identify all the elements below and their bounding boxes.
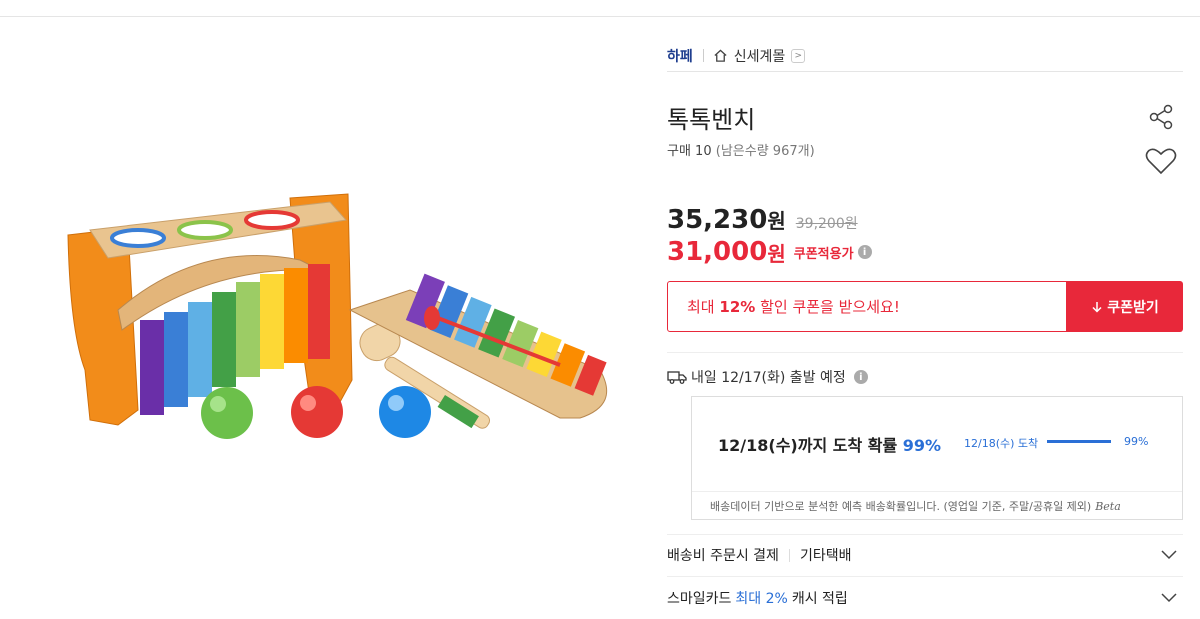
card-prefix: 스마일카드 [667,591,732,607]
carrier-text: 기타택배 [799,548,852,564]
heart-icon[interactable] [1145,146,1177,176]
breadcrumb-divider [702,49,704,62]
coupon-prefix: 최대 [687,298,715,316]
card-suffix: 캐시 적립 [791,591,848,607]
sale-price-row: 35,230 원 39,200원 [667,205,858,235]
original-price: 39,200원 [795,216,858,232]
sale-price: 35,230 [667,205,768,235]
coupon-price-row: 31,000 원 쿠폰적용가 i [667,237,872,267]
delivery-footnote: 배송데이터 기반으로 분석한 예측 배송확률입니다. (영업일 기준, 주말/공… [692,491,1182,520]
arrival-probability-bar [1047,440,1111,443]
share-icon[interactable] [1146,102,1176,132]
smile-card-row[interactable]: 스마일카드 최대 2% 캐시 적립 [667,577,1183,619]
divider [667,352,1183,353]
product-image [60,180,620,470]
card-highlight: 최대 2% [735,591,788,607]
coupon-applied-label: 쿠폰적용가 [793,246,854,262]
get-coupon-button[interactable]: 쿠폰받기 [1067,281,1183,332]
arrival-bar-percent: 99% [1124,435,1149,448]
top-divider [0,16,1200,17]
product-title: 톡톡벤치 [667,106,756,134]
coupon-price: 31,000 [667,237,768,267]
shipping-fee-text: 배송비 주문시 결제 [667,548,779,564]
remaining-stock: (남은수량 967개) [715,144,815,159]
chevron-down-icon[interactable] [1161,591,1177,603]
sale-price-unit: 원 [767,209,786,233]
footnote-text: 배송데이터 기반으로 분석한 예측 배송확률입니다. (영업일 기준, 주말/공… [710,500,1092,513]
arrival-probability: 12/18(수)까지 도착 확률 99% [718,432,941,456]
product-info-panel: 하페 신세계몰 > 톡톡벤치 구매 10 (남은수량 967개) 35,230 … [667,40,1183,607]
chevron-right-icon[interactable]: > [791,48,806,63]
breadcrumb-store-link[interactable]: 신세계몰 [734,46,786,66]
coupon-banner: 최대 12% 할인 쿠폰을 받으세요! [667,281,1067,332]
beta-badge: Beta [1095,499,1121,513]
departure-text: 내일 12/17(화) 출발 예정 [691,370,846,386]
truck-icon [667,371,687,384]
coupon-percent: 12% [719,297,756,316]
coupon-suffix: 할인 쿠폰을 받으세요! [760,298,900,316]
download-icon [1092,301,1102,313]
arrival-bar-label: 12/18(수) 도착 [964,437,1039,450]
delivery-probability-box: 12/18(수)까지 도착 확률 99% 12/18(수) 도착 99% 배송데… [691,396,1183,520]
get-coupon-label: 쿠폰받기 [1107,299,1159,316]
breadcrumb: 하페 신세계몰 > [667,40,1183,72]
arrival-percent: 99% [902,436,942,455]
info-icon[interactable]: i [853,370,868,384]
chevron-down-icon[interactable] [1161,548,1177,560]
row-divider [788,548,790,562]
arrival-text: 12/18(수)까지 도착 확률 [718,436,898,455]
home-icon [714,49,727,62]
purchase-count: 구매 10 (남은수량 967개) [667,140,815,159]
breadcrumb-brand-link[interactable]: 하페 [667,46,693,66]
departure-info: 내일 12/17(화) 출발 예정 i [667,367,868,387]
shipping-fee-row[interactable]: 배송비 주문시 결제 기타택배 [667,534,1183,576]
purchase-label: 구매 10 [667,144,712,159]
info-icon[interactable]: i [857,245,872,259]
coupon-price-unit: 원 [767,241,786,266]
